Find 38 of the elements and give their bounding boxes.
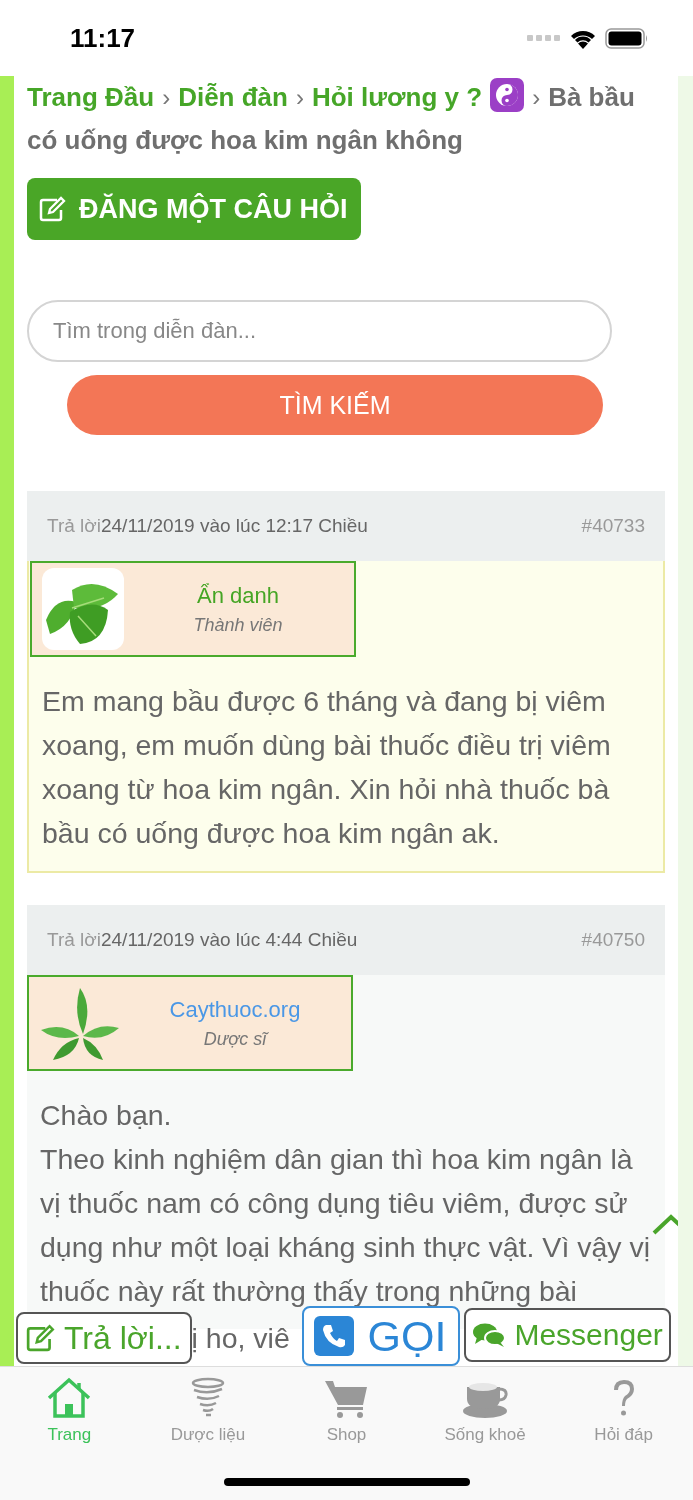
breadcrumb-link[interactable]: Diễn đàn	[178, 82, 288, 112]
post-date: Trả lời24/11/2019 vào lúc 12:17 Chiều	[47, 515, 368, 537]
home-icon	[46, 1377, 93, 1419]
breadcrumb-current: Bà bầu	[548, 82, 635, 112]
post-number[interactable]: #40750	[581, 929, 645, 951]
call-button[interactable]: GỌI	[301, 1306, 461, 1366]
tab[interactable]: Trang	[0, 1373, 139, 1445]
status-time: 11:17	[70, 22, 136, 54]
reply-button[interactable]: Trả lời...	[16, 1312, 192, 1364]
post-paragraph: Chào bạn.	[40, 1098, 173, 1133]
author-name[interactable]: Caythuoc.org	[169, 996, 301, 1023]
search-button[interactable]: TÌM KIẾM	[67, 375, 603, 435]
author-name: Ẩn danh	[197, 582, 279, 609]
author-role: Dược sĩ	[203, 1028, 267, 1050]
post-paragraph: Em mang bầu được 6 tháng và đang bị viêm xoang, em muốn dùng bài thuốc điều trị viêm xoang từ hoa kim ngân. Xin hỏi nhà thuốc bà bầu có uống được hoa kim ngân ak.	[42, 684, 612, 851]
tab[interactable]: Hỏi đáp	[554, 1373, 693, 1445]
breadcrumb-separator: ›	[295, 84, 304, 111]
chat-icon	[472, 1322, 507, 1348]
tab[interactable]: Dược liệu	[138, 1373, 278, 1445]
tab[interactable]: Shop	[277, 1373, 416, 1445]
breadcrumb-separator: ›	[532, 84, 541, 111]
post-date: Trả lời24/11/2019 vào lúc 4:44 Chiều	[47, 929, 358, 951]
tab[interactable]: Sống khoẻ	[415, 1373, 555, 1445]
breadcrumb-current: có uống được hoa kim ngân không	[27, 125, 463, 155]
breadcrumb-link[interactable]: Hỏi lương y ?	[311, 82, 483, 112]
edit-icon	[39, 196, 67, 222]
messenger-button[interactable]: Messenger	[464, 1308, 671, 1362]
signal-icon	[527, 34, 561, 42]
search-field[interactable]: Tìm trong diễn đàn...	[27, 300, 612, 362]
post-number[interactable]: #40733	[581, 515, 645, 537]
breadcrumb-link[interactable]: Trang Đầu	[27, 82, 155, 112]
phone-icon	[313, 1316, 354, 1356]
battery-icon	[605, 27, 649, 49]
post-question-button[interactable]: ĐĂNG MỘT CÂU HỎI	[27, 178, 362, 240]
breadcrumb-separator: ›	[162, 84, 171, 111]
author-role: Thành viên	[193, 614, 283, 636]
edit-icon	[26, 1324, 56, 1352]
post-paragraph: ị ho, viê	[191, 1321, 291, 1356]
